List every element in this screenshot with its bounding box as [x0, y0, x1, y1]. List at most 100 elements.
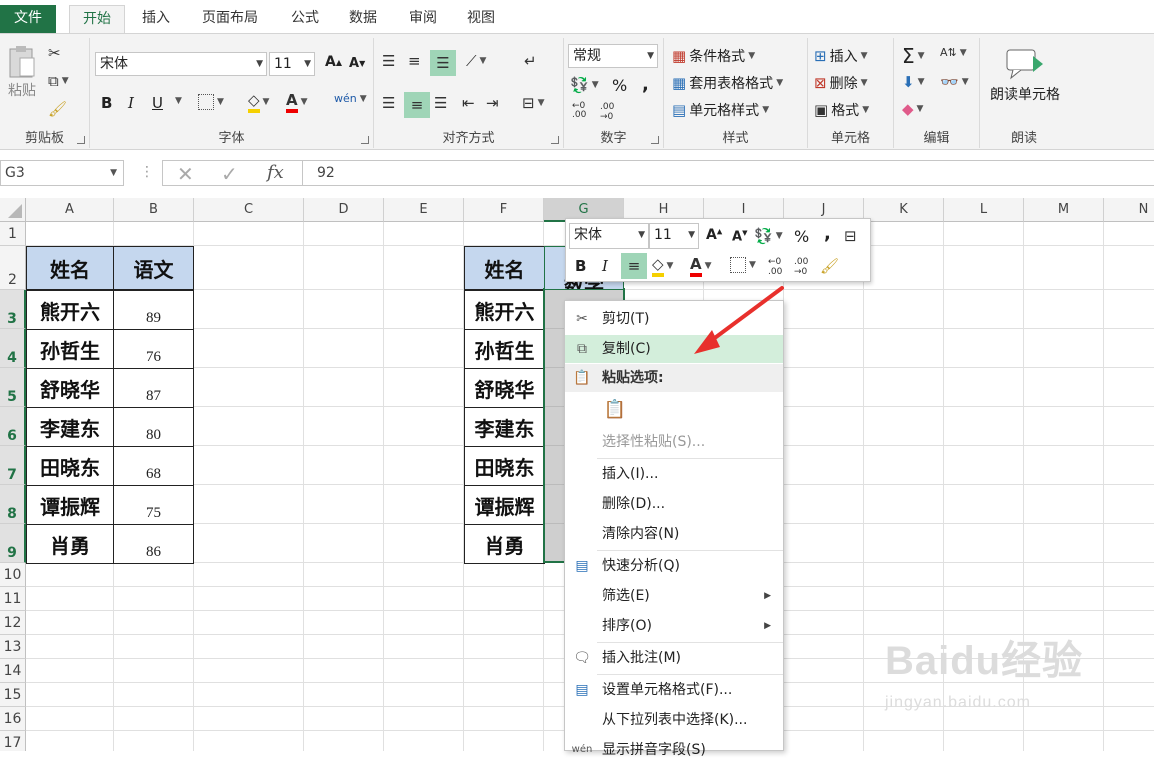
menu-item-comment[interactable]: 🗨 插入批注(M) [565, 644, 783, 672]
mini-decrease-decimal-button[interactable]: .00 →0 [794, 257, 808, 277]
mini-merge-button[interactable]: ⊟ [844, 227, 857, 245]
format-cells-button[interactable]: ▣ 格式 ▼ [814, 100, 869, 120]
table1-name-cell[interactable]: 舒晓华 [26, 368, 114, 408]
tab-data[interactable]: 数据 [338, 5, 388, 33]
format-as-table-button[interactable]: ▦ 套用表格格式 ▼ [672, 73, 783, 93]
mini-fill-color-button[interactable]: ◇ ▼ [652, 255, 673, 277]
column-header-c[interactable]: C [194, 198, 304, 222]
table1-score-cell[interactable]: 75 [113, 485, 194, 525]
copy-button[interactable]: ⧉ ▼ [48, 72, 69, 90]
find-select-button[interactable]: 👓 ▼ [940, 73, 969, 91]
align-middle-button[interactable]: ≡ [408, 52, 421, 70]
mini-bold-button[interactable]: B [575, 257, 586, 275]
paste-button[interactable]: 粘贴 [4, 44, 40, 104]
table1-header-chinese[interactable]: 语文 [113, 246, 194, 290]
tab-file[interactable]: 文件 [0, 5, 56, 33]
tab-formulas[interactable]: 公式 [280, 5, 330, 33]
orientation-button[interactable]: ⟋ ▼ [466, 52, 486, 70]
font-name-select[interactable]: 宋体 ▼ [95, 52, 267, 76]
bold-button[interactable]: B [101, 94, 112, 112]
row-header-16[interactable]: 16 [0, 707, 26, 731]
sort-filter-button[interactable]: A⇅ ▼ [940, 46, 967, 59]
table2-name-cell[interactable]: 李建东 [464, 407, 545, 447]
table1-name-cell[interactable]: 李建东 [26, 407, 114, 447]
mini-borders-button[interactable]: ▼ [730, 257, 756, 273]
column-header-a[interactable]: A [26, 198, 114, 222]
tab-insert[interactable]: 插入 [131, 5, 181, 33]
dialog-launcher-icon[interactable] [551, 136, 559, 144]
row-header-5[interactable]: 5 [0, 368, 26, 407]
menu-item-copy[interactable]: ⧉ 复制(C) [565, 335, 783, 363]
decrease-indent-button[interactable]: ⇤ [462, 94, 475, 112]
tab-page-layout[interactable]: 页面布局 [192, 5, 268, 33]
table2-header-name[interactable]: 姓名 [464, 246, 545, 290]
row-header-3[interactable]: 3 [0, 290, 26, 329]
tab-view[interactable]: 视图 [456, 5, 506, 33]
insert-function-button[interactable]: fx [267, 162, 284, 183]
row-header-13[interactable]: 13 [0, 635, 26, 659]
percent-button[interactable]: % [612, 76, 627, 95]
menu-item-phonetic[interactable]: wén 显示拼音字段(S) [565, 736, 783, 764]
number-format-select[interactable]: 常规 ▼ [568, 44, 658, 68]
row-header-8[interactable]: 8 [0, 485, 26, 524]
menu-item-filter[interactable]: 筛选(E) ▶ [565, 582, 783, 610]
row-header-9[interactable]: 9 [0, 524, 26, 563]
table2-name-cell[interactable]: 舒晓华 [464, 368, 545, 408]
row-header-11[interactable]: 11 [0, 587, 26, 611]
row-header-2[interactable]: 2 [0, 246, 26, 290]
table2-name-cell[interactable]: 谭振辉 [464, 485, 545, 525]
delete-cells-button[interactable]: ⊠ 删除 ▼ [814, 73, 868, 93]
paste-option-icon[interactable]: 📋 [601, 395, 629, 423]
menu-item-paste-special[interactable]: 选择性粘贴(S)... [565, 428, 783, 456]
format-painter-button[interactable]: 🖌 [48, 100, 67, 118]
row-header-10[interactable]: 10 [0, 563, 26, 587]
menu-item-sort[interactable]: 排序(O) ▶ [565, 612, 783, 640]
column-header-e[interactable]: E [384, 198, 464, 222]
table1-header-name[interactable]: 姓名 [26, 246, 114, 290]
table1-score-cell[interactable]: 86 [113, 524, 194, 564]
row-header-1[interactable]: 1 [0, 222, 26, 246]
column-header-k[interactable]: K [864, 198, 944, 222]
mini-percent-button[interactable]: % [794, 227, 809, 246]
fill-button[interactable]: ⬇ ▼ [902, 73, 925, 91]
column-header-f[interactable]: F [464, 198, 544, 222]
align-top-button[interactable]: ☰ [382, 52, 395, 70]
table1-name-cell[interactable]: 熊开六 [26, 290, 114, 330]
mini-comma-button[interactable]: , [824, 223, 831, 244]
dialog-launcher-icon[interactable] [77, 136, 85, 144]
column-header-l[interactable]: L [944, 198, 1024, 222]
cancel-icon[interactable]: ✕ [177, 162, 194, 186]
table1-score-cell[interactable]: 68 [113, 446, 194, 486]
menu-item-cut[interactable]: ✂ 剪切(T) [565, 305, 783, 333]
mini-accounting-button[interactable]: 💱 ▼ [754, 227, 783, 245]
dialog-launcher-icon[interactable] [651, 136, 659, 144]
font-size-select[interactable]: 11 ▼ [269, 52, 315, 76]
table2-name-cell[interactable]: 孙哲生 [464, 329, 545, 369]
table1-name-cell[interactable]: 孙哲生 [26, 329, 114, 369]
mini-increase-decimal-button[interactable]: ←0.00 [768, 257, 782, 277]
borders-button[interactable]: ▼ [198, 94, 224, 110]
insert-cells-button[interactable]: ⊞ 插入 ▼ [814, 46, 868, 66]
align-left-button[interactable]: ☰ [382, 94, 395, 112]
table1-name-cell[interactable]: 谭振辉 [26, 485, 114, 525]
underline-button[interactable]: U [152, 94, 163, 112]
menu-item-insert[interactable]: 插入(I)... [565, 460, 783, 488]
select-all-corner[interactable] [0, 198, 26, 222]
fill-color-button[interactable]: ◇ ▼ [248, 91, 269, 113]
name-box[interactable]: G3 ▼ [0, 160, 124, 186]
merge-button[interactable]: ⊟ ▼ [522, 94, 545, 112]
table1-score-cell[interactable]: 80 [113, 407, 194, 447]
table1-name-cell[interactable]: 肖勇 [26, 524, 114, 564]
align-center-button[interactable]: ≡ [404, 92, 430, 118]
mini-shrink-font-button[interactable]: A▼ [732, 229, 747, 244]
row-header-14[interactable]: 14 [0, 659, 26, 683]
cell-styles-button[interactable]: ▤ 单元格样式 ▼ [672, 100, 769, 120]
mini-font-select[interactable]: 宋体 ▼ [569, 223, 649, 249]
row-header-12[interactable]: 12 [0, 611, 26, 635]
mini-size-select[interactable]: 11 ▼ [649, 223, 699, 249]
column-header-d[interactable]: D [304, 198, 384, 222]
row-header-7[interactable]: 7 [0, 446, 26, 485]
align-right-button[interactable]: ☰ [434, 94, 447, 112]
menu-item-delete[interactable]: 删除(D)... [565, 490, 783, 518]
increase-indent-button[interactable]: ⇥ [486, 94, 499, 112]
